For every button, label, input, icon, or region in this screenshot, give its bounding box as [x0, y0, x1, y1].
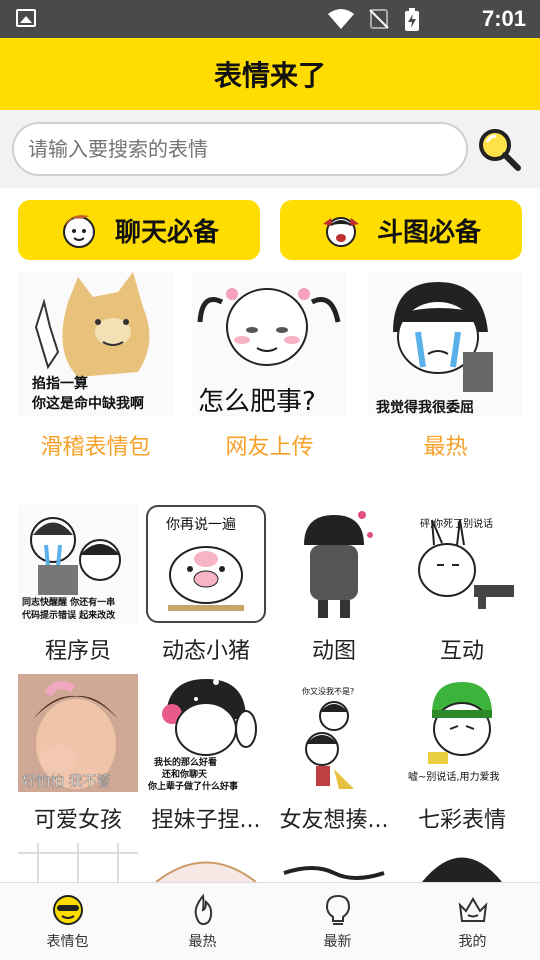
featured-caption: 滑稽表情包: [40, 435, 151, 460]
crown-icon: [458, 897, 487, 922]
featured-tile-upload[interactable]: 怎么肥事? 网友上传: [192, 272, 347, 461]
cute-girl-image: 好怕怕 我不管: [18, 674, 138, 792]
funny-image-text-1: 掐指一算: [32, 375, 88, 392]
status-icons: [328, 8, 420, 32]
interact-image-text: 砰,你死了别说话: [420, 517, 493, 530]
search-input[interactable]: [12, 122, 468, 176]
hot-image-text: 我觉得我很委屈: [376, 399, 474, 416]
grid-tile-colorful[interactable]: 嘘~别说话,用力爱我 七彩表情: [402, 674, 522, 834]
category-fight-button[interactable]: 斗图必备: [280, 200, 522, 260]
page-title: 表情来了: [213, 59, 326, 92]
grid-caption: 可爱女孩: [33, 808, 122, 833]
category-chat-button[interactable]: 聊天必备: [18, 200, 260, 260]
grid-tile-partial[interactable]: [146, 843, 266, 882]
grid-caption: 动态小猪: [161, 639, 250, 664]
nav-new[interactable]: 最新: [270, 883, 405, 960]
funny-meme-image: 掐指一算 你这是命中缺我啊: [18, 272, 173, 417]
chat-face-icon: [62, 215, 95, 248]
grid-tile-partial[interactable]: [18, 843, 138, 882]
pinch-image-text-1: 我长的那么好看: [154, 756, 217, 768]
flame-icon: [194, 893, 212, 926]
fight-face-icon: [322, 217, 359, 247]
grid-caption: 女友想揍...: [279, 808, 389, 833]
grid-caption: 捏妹子捏...: [151, 808, 261, 833]
programmer-image-text-1: 同志快醒醒 你还有一串: [22, 596, 115, 608]
pig-image: 你再说一遍: [146, 505, 266, 623]
nav-mine[interactable]: 我的: [405, 883, 540, 960]
upload-meme-image: 怎么肥事?: [192, 272, 347, 417]
grid-caption: 程序员: [44, 639, 111, 664]
grid-caption: 互动: [439, 639, 484, 664]
pinch-image-text-2: 还和你聊天: [161, 768, 208, 780]
grid-tile-interact[interactable]: 砰,你死了别说话 互动: [402, 505, 522, 665]
grid-caption: 七彩表情: [417, 808, 506, 833]
featured-tile-hot[interactable]: 我觉得我很委屈 最热: [368, 272, 523, 461]
no-sim-icon: [369, 9, 389, 29]
smiley-icon: [52, 895, 83, 925]
grid-tile-pinch[interactable]: 我长的那么好看 还和你聊天 你上辈子做了什么好事 捏妹子捏...: [146, 674, 266, 834]
gif-image: [274, 505, 394, 623]
grid-tile-partial[interactable]: [274, 843, 394, 882]
interact-image: 砰,你死了别说话: [402, 505, 522, 623]
pig-image-text: 你再说一遍: [166, 517, 236, 533]
programmer-image-text-2: 代码提示错误 起来改改: [21, 609, 116, 621]
featured-tile-funny[interactable]: 掐指一算 你这是命中缺我啊 滑稽表情包: [18, 272, 173, 461]
search-icon[interactable]: [476, 126, 522, 172]
bottom-nav: 表情包 最热 最新 我的: [0, 882, 540, 960]
grid-caption: 动图: [311, 639, 356, 664]
grid-tile-gif[interactable]: 动图: [274, 505, 394, 665]
status-bar: 7:01: [0, 0, 540, 38]
nav-hot[interactable]: 最热: [135, 883, 270, 960]
cute-girl-image-text: 好怕怕 我不管: [22, 774, 110, 790]
bulb-icon: [325, 894, 350, 925]
colorful-image-text: 嘘~别说话,用力爱我: [408, 770, 500, 783]
grid-tile-girlfriend[interactable]: 你又没我不是? 女友想揍...: [274, 674, 394, 834]
gallery-icon: [16, 9, 36, 27]
wifi-icon: [328, 9, 354, 29]
battery-icon: [405, 8, 419, 31]
colorful-image: 嘘~别说话,用力爱我: [402, 674, 522, 792]
girlfriend-image: 你又没我不是?: [274, 674, 394, 792]
programmer-image: 同志快醒醒 你还有一串 代码提示错误 起来改改: [18, 505, 138, 623]
featured-caption: 网友上传: [225, 435, 314, 460]
category-fight-label: 斗图必备: [376, 217, 481, 248]
featured-caption: 最热: [423, 435, 468, 460]
girlfriend-image-text: 你又没我不是?: [302, 686, 354, 696]
grid-tile-pig[interactable]: 你再说一遍 动态小猪: [146, 505, 266, 665]
funny-image-text-2: 你这是命中缺我啊: [31, 395, 144, 412]
hot-meme-image: 我觉得我很委屈: [368, 272, 523, 417]
search-bar: [0, 110, 540, 188]
grid-tile-programmer[interactable]: 同志快醒醒 你还有一串 代码提示错误 起来改改 程序员: [18, 505, 138, 665]
category-chat-label: 聊天必备: [114, 217, 219, 248]
app-header: 表情来了: [0, 38, 540, 110]
grid-tile-cute-girl[interactable]: 好怕怕 我不管 可爱女孩: [18, 674, 138, 834]
nav-label: 我的: [458, 934, 487, 950]
grid-tile-partial[interactable]: [402, 843, 522, 882]
nav-label: 最新: [323, 934, 352, 950]
upload-image-text: 怎么肥事?: [198, 387, 316, 417]
clock: 7:01: [481, 6, 526, 31]
nav-emoji-packs[interactable]: 表情包: [0, 883, 135, 960]
nav-label: 最热: [188, 934, 217, 950]
pinch-image-text-3: 你上辈子做了什么好事: [147, 780, 238, 792]
nav-label: 表情包: [46, 934, 89, 950]
pinch-image: 我长的那么好看 还和你聊天 你上辈子做了什么好事: [146, 674, 266, 792]
